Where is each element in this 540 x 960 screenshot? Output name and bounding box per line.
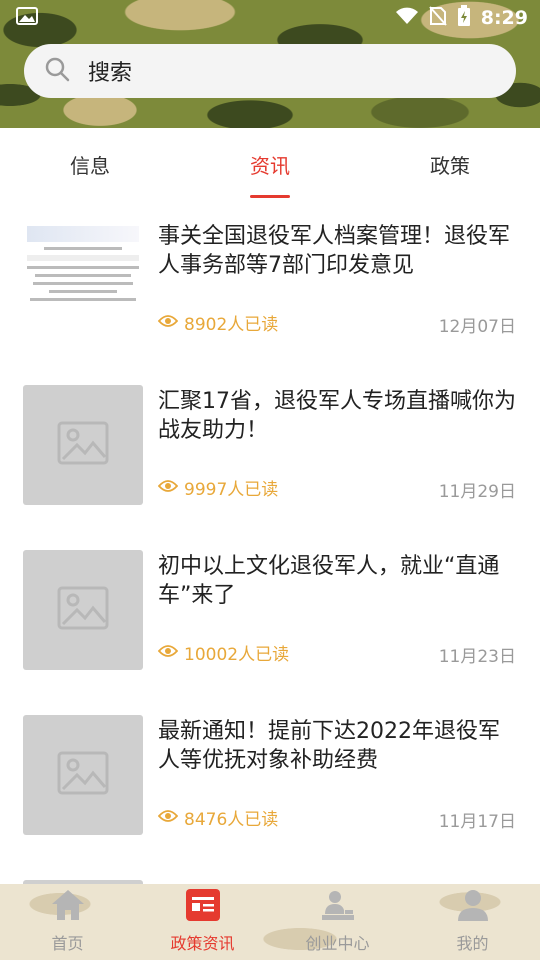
tab-policy-label: 政策	[430, 153, 470, 178]
image-placeholder-icon	[57, 751, 109, 799]
home-icon	[50, 888, 86, 926]
battery-charging-icon	[457, 5, 471, 31]
status-bar: 8:29	[0, 0, 540, 36]
no-sim-icon	[428, 6, 447, 30]
article-title: 初中以上文化退役军人，就业“直通车”来了	[158, 554, 500, 608]
article-item[interactable]: 最新通知！提前下达2022年退役军人等优抚对象补助经费 8476人已读 11月1…	[0, 695, 540, 860]
nav-policy-news-label: 政策资讯	[170, 934, 235, 953]
nav-startup-center[interactable]: 创业中心	[270, 884, 405, 960]
eye-icon	[157, 478, 179, 498]
tab-news-label: 资讯	[250, 153, 290, 178]
article-reads: 9997人已读	[157, 475, 279, 500]
nav-profile-label: 我的	[456, 934, 489, 953]
status-time: 8:29	[480, 7, 528, 29]
eye-icon	[157, 313, 179, 333]
image-placeholder-icon	[57, 421, 109, 469]
search-icon	[44, 56, 70, 86]
category-tabs: 信息 资讯 政策	[0, 128, 540, 200]
nav-startup-center-label: 创业中心	[305, 934, 370, 953]
article-date: 11月17日	[438, 812, 516, 832]
nav-home[interactable]: 首页	[0, 884, 135, 960]
tab-info[interactable]: 信息	[0, 128, 180, 200]
article-reads: 10002人已读	[157, 640, 290, 665]
nav-policy-news[interactable]: 政策资讯	[135, 884, 270, 960]
tab-news[interactable]: 资讯	[180, 128, 360, 200]
article-title: 最新通知！提前下达2022年退役军人等优抚对象补助经费	[158, 719, 500, 773]
image-placeholder-icon	[57, 586, 109, 634]
nav-home-label: 首页	[51, 934, 84, 953]
wifi-icon	[395, 7, 419, 29]
eye-icon	[157, 808, 179, 828]
article-date: 12月07日	[438, 317, 516, 337]
article-reads-count: 8476人已读	[184, 810, 279, 830]
article-date: 11月29日	[438, 482, 516, 502]
nav-profile[interactable]: 我的	[405, 884, 540, 960]
tab-policy[interactable]: 政策	[360, 128, 540, 200]
search-placeholder: 搜索	[88, 61, 133, 86]
article-reads: 8902人已读	[157, 310, 279, 335]
news-icon	[185, 888, 221, 926]
article-reads: 8476人已读	[157, 805, 279, 830]
article-reads-count: 10002人已读	[184, 645, 290, 665]
person-desk-icon	[320, 888, 356, 926]
article-title: 汇聚17省，退役军人专场直播喊你为战友助力！	[158, 389, 516, 443]
article-thumbnail	[23, 220, 143, 340]
article-item[interactable]: 初中以上文化退役军人，就业“直通车”来了 10002人已读 11月23日	[0, 530, 540, 695]
article-thumbnail-placeholder	[23, 550, 143, 670]
article-reads-count: 8902人已读	[184, 315, 279, 335]
user-icon	[455, 888, 491, 926]
gallery-notification-icon	[16, 7, 38, 29]
article-date: 11月23日	[438, 647, 516, 667]
article-thumbnail-placeholder	[23, 385, 143, 505]
article-item[interactable]: 事关全国退役军人档案管理！退役军人事务部等7部门印发意见 8902人已读 12月…	[0, 200, 540, 365]
tab-info-label: 信息	[70, 153, 110, 178]
bottom-navigation: 首页 政策资讯 创业中心 我的	[0, 884, 540, 960]
article-thumbnail-placeholder	[23, 715, 143, 835]
eye-icon	[157, 643, 179, 663]
article-title: 事关全国退役军人档案管理！退役军人事务部等7部门印发意见	[158, 224, 511, 278]
search-bar[interactable]: 搜索	[24, 44, 516, 98]
article-item[interactable]: 汇聚17省，退役军人专场直播喊你为战友助力！ 9997人已读 11月29日	[0, 365, 540, 530]
article-reads-count: 9997人已读	[184, 480, 279, 500]
